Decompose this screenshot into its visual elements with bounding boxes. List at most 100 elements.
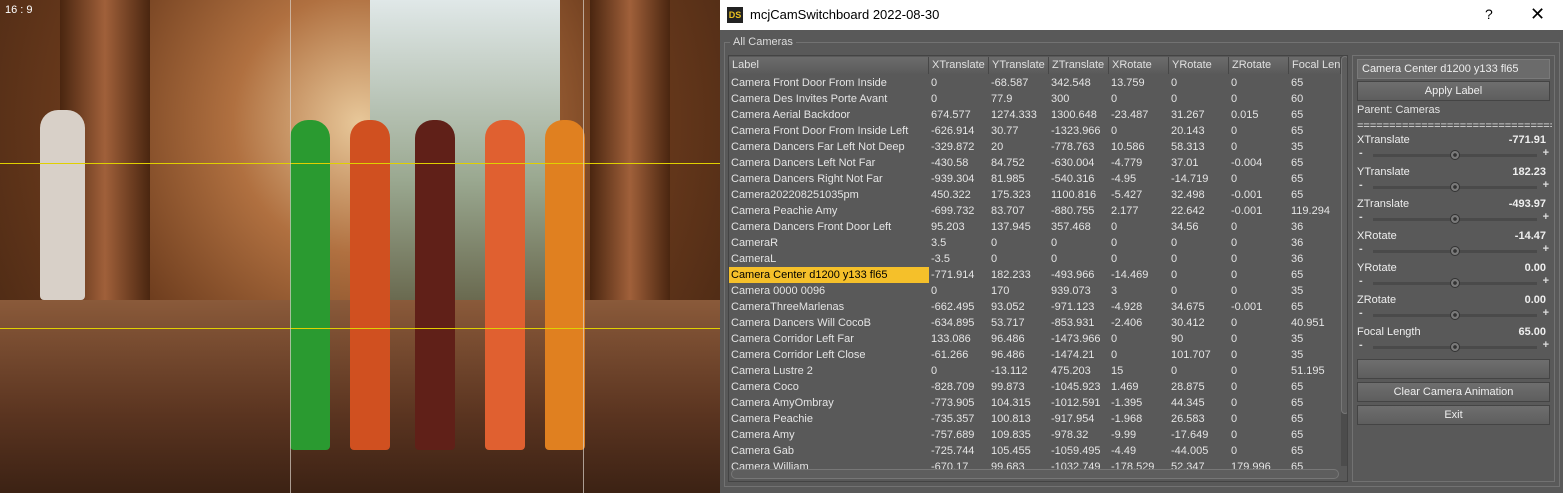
- table-row[interactable]: Camera Des Invites Porte Avant 0 77.9 300 0 0…: [729, 91, 1329, 107]
- table-row[interactable]: Camera Amy -757.689 109.835 -978.32 -9.99 -17…: [729, 427, 1329, 443]
- column-header-zrotate[interactable]: ZRotate: [1229, 57, 1289, 74]
- table-cell: 40.951: [1291, 317, 1325, 329]
- minus-icon[interactable]: -: [1359, 243, 1363, 255]
- horizontal-scrollbar[interactable]: [731, 469, 1339, 479]
- table-cell: 30.77: [991, 125, 1019, 137]
- table-row[interactable]: Camera Coco -828.709 99.873 -1045.923 1.469 2…: [729, 379, 1329, 395]
- slider-knob[interactable]: [1450, 150, 1460, 160]
- plus-icon[interactable]: +: [1543, 339, 1549, 351]
- table-cell: 36: [1291, 237, 1304, 249]
- table-row[interactable]: CameraThreeMarlenas -662.495 93.052 -971.12…: [729, 299, 1329, 315]
- table-row[interactable]: Camera Dancers Front Door Left 95.203 137.…: [729, 219, 1329, 235]
- close-icon[interactable]: ✕: [1530, 4, 1545, 25]
- table-cell: 0: [1111, 93, 1118, 105]
- vertical-scrollbar[interactable]: [1341, 56, 1347, 466]
- table-cell: 13.759: [1111, 77, 1145, 89]
- minus-icon[interactable]: -: [1359, 307, 1363, 319]
- table-row[interactable]: Camera Center d1200 y133 fl65 -771.914 182…: [729, 267, 1329, 283]
- column-header-xrotate[interactable]: XRotate: [1109, 57, 1169, 74]
- table-row[interactable]: Camera AmyOmbray -773.905 104.315 -1012.591…: [729, 395, 1329, 411]
- figure: [485, 120, 525, 450]
- slider-knob[interactable]: [1450, 246, 1460, 256]
- parameter-slider[interactable]: - +: [1357, 211, 1549, 224]
- table-cell: 95.203: [931, 221, 965, 233]
- table-cell: 81.985: [991, 173, 1025, 185]
- table-row[interactable]: CameraL -3.5 0 0 0 0 0 36: [729, 251, 1329, 267]
- table-row[interactable]: CameraR 3.5 0 0 0 0 0 36: [729, 235, 1329, 251]
- table-cell: 65: [1291, 125, 1304, 137]
- table-row[interactable]: Camera Dancers Left Not Far -430.58 84.752…: [729, 155, 1329, 171]
- slider-knob[interactable]: [1450, 342, 1460, 352]
- table-cell: 83.707: [991, 205, 1025, 217]
- minus-icon[interactable]: -: [1359, 339, 1363, 351]
- parameter-slider[interactable]: - +: [1357, 275, 1549, 288]
- table-cell: -1.968: [1111, 413, 1143, 425]
- column-header-yrotate[interactable]: YRotate: [1169, 57, 1229, 74]
- parameter-slider[interactable]: - +: [1357, 179, 1549, 192]
- parameter-slider[interactable]: - +: [1357, 339, 1549, 352]
- table-row[interactable]: Camera Corridor Left Close -61.266 96.486 -…: [729, 347, 1329, 363]
- scroll-thumb[interactable]: [1341, 56, 1347, 414]
- slider-label: Focal Length: [1357, 326, 1421, 338]
- minus-icon[interactable]: -: [1359, 179, 1363, 191]
- figure: [40, 110, 85, 300]
- app-logo-icon: DS: [727, 7, 743, 23]
- exit-button[interactable]: Exit: [1357, 405, 1550, 425]
- column-header-label[interactable]: Label: [729, 57, 929, 74]
- column-header-ztranslate[interactable]: ZTranslate: [1049, 57, 1109, 74]
- plus-icon[interactable]: +: [1543, 307, 1549, 319]
- table-row[interactable]: Camera Gab -725.744 105.455 -1059.495 -4.49 -…: [729, 443, 1329, 459]
- plus-icon[interactable]: +: [1543, 179, 1549, 191]
- minus-icon[interactable]: -: [1359, 211, 1363, 223]
- table-cell: -978.32: [1051, 429, 1089, 441]
- slider-value: 65.00: [1518, 326, 1546, 338]
- table-cell: 0: [1051, 253, 1058, 265]
- camera-label-input[interactable]: [1357, 59, 1550, 79]
- table-cell: -1473.966: [1051, 333, 1101, 345]
- column-header-xtranslate[interactable]: XTranslate: [929, 57, 989, 74]
- blank-button[interactable]: [1357, 359, 1550, 379]
- plus-icon[interactable]: +: [1543, 243, 1549, 255]
- table-row[interactable]: Camera Lustre 2 0 -13.112 475.203 15 0 0 51.195: [729, 363, 1329, 379]
- clear-camera-animation-button[interactable]: Clear Camera Animation: [1357, 382, 1550, 402]
- column-header-ytranslate[interactable]: YTranslate: [989, 57, 1049, 74]
- table-cell: 37.01: [1171, 157, 1199, 169]
- table-row[interactable]: Camera Dancers Will CocoB -634.895 53.717 -…: [729, 315, 1329, 331]
- table-cell: 1300.648: [1051, 109, 1097, 121]
- minus-icon[interactable]: -: [1359, 275, 1363, 287]
- slider-knob[interactable]: [1450, 310, 1460, 320]
- help-button[interactable]: ?: [1485, 6, 1493, 22]
- table-row[interactable]: Camera Peachie Amy -699.732 83.707 -880.755…: [729, 203, 1330, 219]
- column-header-focal-len[interactable]: Focal Len: [1289, 57, 1341, 74]
- table-row[interactable]: Camera Dancers Far Left Not Deep -329.872…: [729, 139, 1329, 155]
- table-row[interactable]: Camera202208251035pm 450.322 175.323 1100.8…: [729, 187, 1329, 203]
- table-cell: 0: [1111, 333, 1118, 345]
- table-cell: 0: [1171, 269, 1178, 281]
- table-row[interactable]: Camera 0000 0096 0 170 939.073 3 0 0 35: [729, 283, 1329, 299]
- slider-knob[interactable]: [1450, 278, 1460, 288]
- apply-label-button[interactable]: Apply Label: [1357, 81, 1550, 101]
- plus-icon[interactable]: +: [1543, 147, 1549, 159]
- table-cell: -630.004: [1051, 157, 1095, 169]
- 3d-viewport[interactable]: 16 : 9: [0, 0, 720, 493]
- table-row[interactable]: Camera Front Door From Inside Left -626.9…: [729, 123, 1329, 139]
- table-cell: 0: [1051, 237, 1058, 249]
- parent-label: Parent: Cameras: [1357, 104, 1441, 116]
- parameter-slider[interactable]: - +: [1357, 243, 1549, 256]
- slider-knob[interactable]: [1450, 214, 1460, 224]
- plus-icon[interactable]: +: [1543, 275, 1549, 287]
- table-row[interactable]: Camera Front Door From Inside 0 -68.587 342…: [729, 75, 1329, 91]
- table-cell: 0: [1171, 365, 1178, 377]
- minus-icon[interactable]: -: [1359, 147, 1363, 159]
- table-row[interactable]: Camera Dancers Right Not Far -939.304 81.9…: [729, 171, 1329, 187]
- table-cell: 90: [1171, 333, 1184, 345]
- parameter-slider[interactable]: - +: [1357, 307, 1549, 320]
- table-cell: -1012.591: [1051, 397, 1101, 409]
- plus-icon[interactable]: +: [1543, 211, 1549, 223]
- table-row[interactable]: Camera Corridor Left Far 133.086 96.486 -14…: [729, 331, 1329, 347]
- table-row[interactable]: Camera Peachie -735.357 100.813 -917.954 -1.…: [729, 411, 1329, 427]
- parameter-slider[interactable]: - +: [1357, 147, 1549, 160]
- table-cell: 1.469: [1111, 381, 1139, 393]
- table-row[interactable]: Camera Aerial Backdoor 674.577 1274.333 130…: [729, 107, 1329, 123]
- slider-knob[interactable]: [1450, 182, 1460, 192]
